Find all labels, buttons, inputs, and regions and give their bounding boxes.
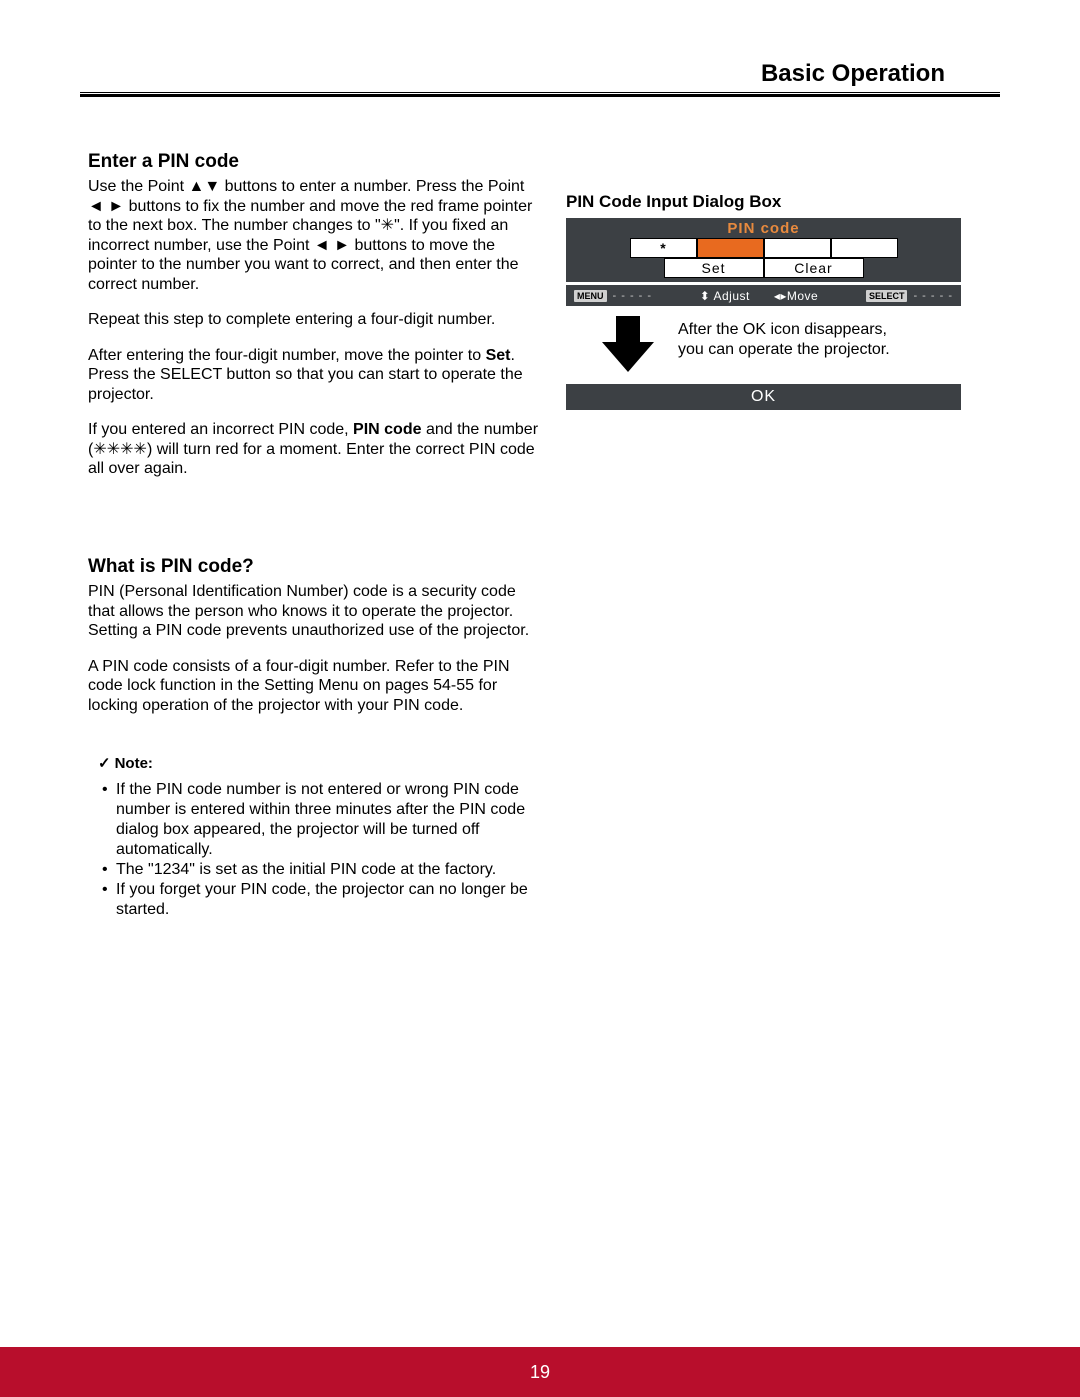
arrow-caption: After the OK icon disappears, you can op… — [678, 314, 890, 360]
left-column: Enter a PIN code Use the Point ▲▼ button… — [88, 150, 543, 920]
dialog-header: PIN code — [566, 218, 961, 238]
enter-pin-title: Enter a PIN code — [88, 150, 543, 173]
enter-pin-para4: If you entered an incorrect PIN code, PI… — [88, 420, 543, 479]
pin-input-row: * — [566, 238, 961, 258]
para3-a: After entering the four-digit number, mo… — [88, 347, 486, 364]
note-item-3: • If you forget your PIN code, the proje… — [102, 880, 543, 920]
menu-tag: MENU — [574, 290, 607, 302]
right-column: PIN Code Input Dialog Box PIN code * Set… — [566, 192, 961, 410]
page-footer: 19 — [0, 1347, 1080, 1397]
page-number: 19 — [530, 1362, 550, 1382]
pin-cell-3[interactable] — [764, 238, 831, 258]
note-item-2-text: The "1234" is set as the initial PIN cod… — [116, 860, 543, 880]
ok-bar: OK — [566, 384, 961, 410]
updown-icon: ⬍ — [700, 289, 711, 303]
note-label: ✓Note: — [98, 755, 543, 774]
down-arrow-icon — [598, 314, 658, 374]
arrow-line-2: you can operate the projector. — [678, 340, 890, 360]
enter-pin-para3: After entering the four-digit number, mo… — [88, 346, 543, 405]
select-tag-group: SELECT - - - - - — [866, 290, 953, 302]
dialog-button-row: Set Clear — [566, 258, 961, 278]
adjust-hint: ⬍ Adjust — [700, 289, 750, 303]
note-item-3-text: If you forget your PIN code, the project… — [116, 880, 543, 920]
pin-cell-1[interactable]: * — [630, 238, 697, 258]
note-label-text: Note: — [115, 755, 153, 772]
note-item-1: • If the PIN code number is not entered … — [102, 780, 543, 860]
menu-tag-group: MENU - - - - - — [574, 290, 652, 302]
bullet-icon: • — [102, 780, 116, 860]
dialog-title: PIN Code Input Dialog Box — [566, 192, 961, 212]
check-icon: ✓ — [98, 755, 111, 772]
arrow-row: After the OK icon disappears, you can op… — [566, 314, 961, 374]
para4-a: If you entered an incorrect PIN code, — [88, 421, 353, 438]
adjust-label: Adjust — [713, 289, 749, 303]
bullet-icon: • — [102, 860, 116, 880]
select-tag: SELECT — [866, 290, 908, 302]
select-dashes: - - - - - — [913, 290, 953, 302]
what-is-pin-p1: PIN (Personal Identification Number) cod… — [88, 582, 543, 641]
clear-button[interactable]: Clear — [764, 258, 864, 278]
hint-center: ⬍ Adjust ◂▸Move — [700, 289, 818, 303]
dialog-top: PIN code * Set Clear — [566, 218, 961, 282]
header-rule — [80, 92, 1000, 97]
leftright-icon: ◂▸ — [774, 289, 787, 303]
pin-cell-4[interactable] — [831, 238, 898, 258]
enter-pin-para2: Repeat this step to complete entering a … — [88, 310, 543, 330]
bullet-icon: • — [102, 880, 116, 920]
move-label: Move — [787, 289, 818, 303]
enter-pin-para1: Use the Point ▲▼ buttons to enter a numb… — [88, 177, 543, 294]
pin-cell-2[interactable] — [697, 238, 764, 258]
note-item-2: • The "1234" is set as the initial PIN c… — [102, 860, 543, 880]
note-item-1-text: If the PIN code number is not entered or… — [116, 780, 543, 860]
arrow-line-1: After the OK icon disappears, — [678, 320, 890, 340]
what-is-pin-title: What is PIN code? — [88, 555, 543, 578]
move-hint: ◂▸Move — [774, 289, 818, 303]
menu-dashes: - - - - - — [613, 290, 653, 302]
set-button[interactable]: Set — [664, 258, 764, 278]
what-is-pin-p2: A PIN code consists of a four-digit numb… — [88, 657, 543, 716]
page-header: Basic Operation — [0, 60, 1080, 88]
pin-dialog: PIN code * Set Clear MENU - - - - - ⬍ Ad… — [566, 218, 961, 306]
note-block: ✓Note: • If the PIN code number is not e… — [98, 755, 543, 920]
dialog-bottom-bar: MENU - - - - - ⬍ Adjust ◂▸Move SELECT - … — [566, 282, 961, 306]
para4-pin-bold: PIN code — [353, 421, 421, 438]
para3-set-bold: Set — [486, 347, 511, 364]
